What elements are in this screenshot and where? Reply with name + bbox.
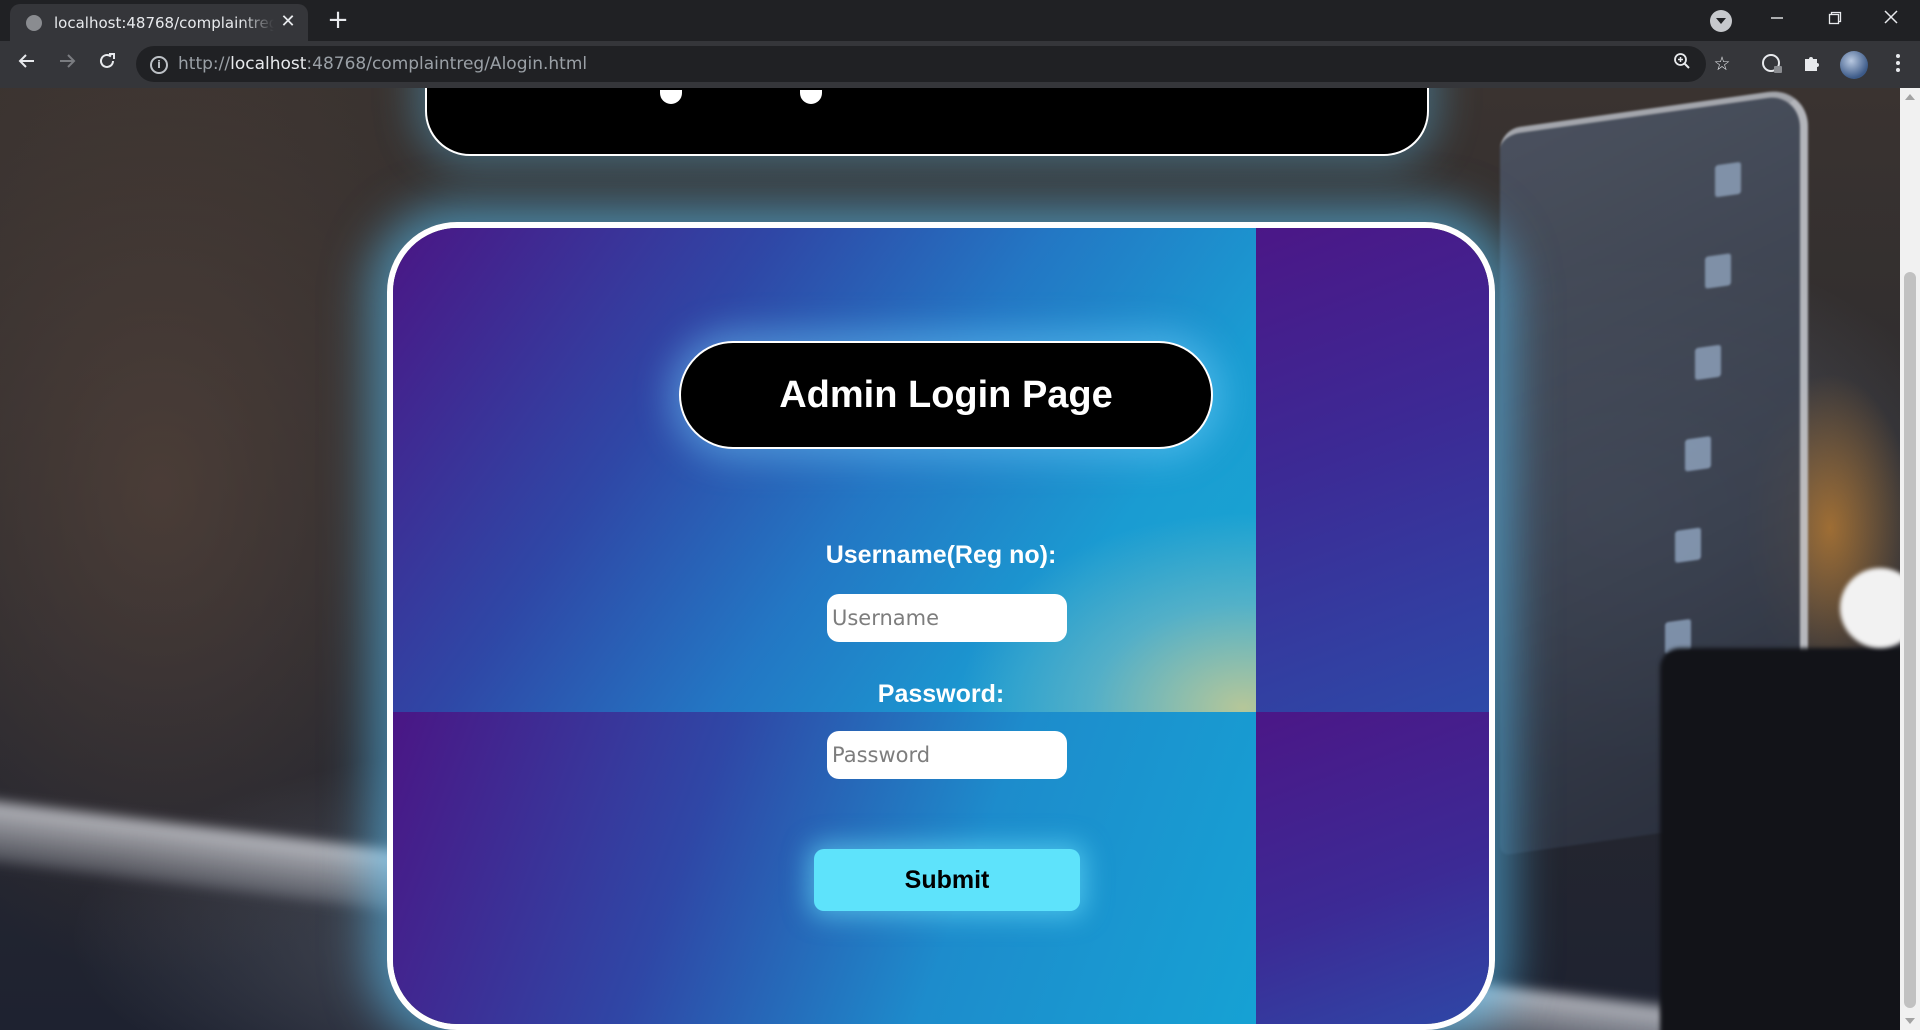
submit-button[interactable]: Submit — [814, 849, 1080, 911]
tab-close-icon[interactable]: ✕ — [278, 12, 298, 32]
password-label: Password: — [877, 680, 1005, 708]
password-input[interactable] — [827, 731, 1067, 779]
globe-icon — [26, 15, 42, 31]
extension-icon[interactable] — [1760, 53, 1784, 77]
card-background-tile — [393, 228, 1256, 712]
back-button[interactable] — [12, 50, 42, 80]
arrow-right-icon — [60, 54, 76, 68]
minimize-icon[interactable] — [1752, 4, 1802, 36]
desktop-icon — [1685, 435, 1711, 472]
page-scrollbar[interactable] — [1900, 88, 1920, 1030]
scroll-up-icon[interactable] — [1905, 94, 1915, 100]
browser-titlebar: localhost:48768/complaintreg/Alogin.html… — [0, 0, 1920, 41]
scroll-thumb[interactable] — [1904, 272, 1916, 1008]
reload-icon — [100, 53, 115, 68]
card-background-tile — [1256, 712, 1489, 1024]
username-input[interactable] — [827, 594, 1067, 642]
address-bar[interactable]: i http://localhost:48768/complaintreg/Al… — [136, 46, 1731, 82]
close-icon[interactable] — [1866, 4, 1916, 36]
url-text[interactable]: http://localhost:48768/complaintreg/Alog… — [178, 54, 587, 74]
reload-button[interactable] — [92, 50, 122, 80]
banner-text-fragment — [660, 90, 682, 104]
page-viewport: Admin Login Page Username(Reg no): Passw… — [0, 88, 1900, 1030]
restore-icon[interactable] — [1810, 4, 1860, 36]
card-background-tile — [1256, 228, 1489, 712]
background-cup — [1660, 648, 1900, 1030]
desktop-icon — [1705, 253, 1731, 289]
arrow-left-icon — [18, 54, 34, 68]
info-icon[interactable]: i — [150, 56, 168, 74]
kebab-menu-icon[interactable] — [1886, 53, 1910, 77]
header-banner — [425, 88, 1429, 156]
desktop-icon — [1675, 527, 1701, 564]
new-tab-button[interactable]: + — [325, 7, 351, 34]
zoom-icon[interactable] — [1670, 52, 1694, 76]
page-title: Admin Login Page — [679, 341, 1213, 449]
scroll-down-icon[interactable] — [1905, 1018, 1915, 1024]
login-card: Admin Login Page Username(Reg no): Passw… — [387, 222, 1495, 1030]
avatar[interactable] — [1840, 51, 1868, 79]
tab-title: localhost:48768/complaintreg/Alogin.html — [54, 14, 274, 32]
banner-text-fragment — [800, 90, 822, 104]
browser-tab[interactable]: localhost:48768/complaintreg/Alogin.html… — [10, 4, 308, 41]
desktop-icon — [1715, 161, 1741, 198]
background-cup-cream — [1840, 568, 1900, 648]
browser-toolbar: i http://localhost:48768/complaintreg/Al… — [0, 41, 1920, 88]
desktop-icon — [1695, 344, 1721, 381]
forward-button[interactable] — [52, 50, 82, 80]
tab-search-icon[interactable] — [1710, 10, 1732, 32]
username-label: Username(Reg no): — [825, 541, 1057, 569]
puzzle-icon[interactable] — [1800, 53, 1824, 77]
star-icon[interactable]: ☆ — [1710, 52, 1734, 76]
